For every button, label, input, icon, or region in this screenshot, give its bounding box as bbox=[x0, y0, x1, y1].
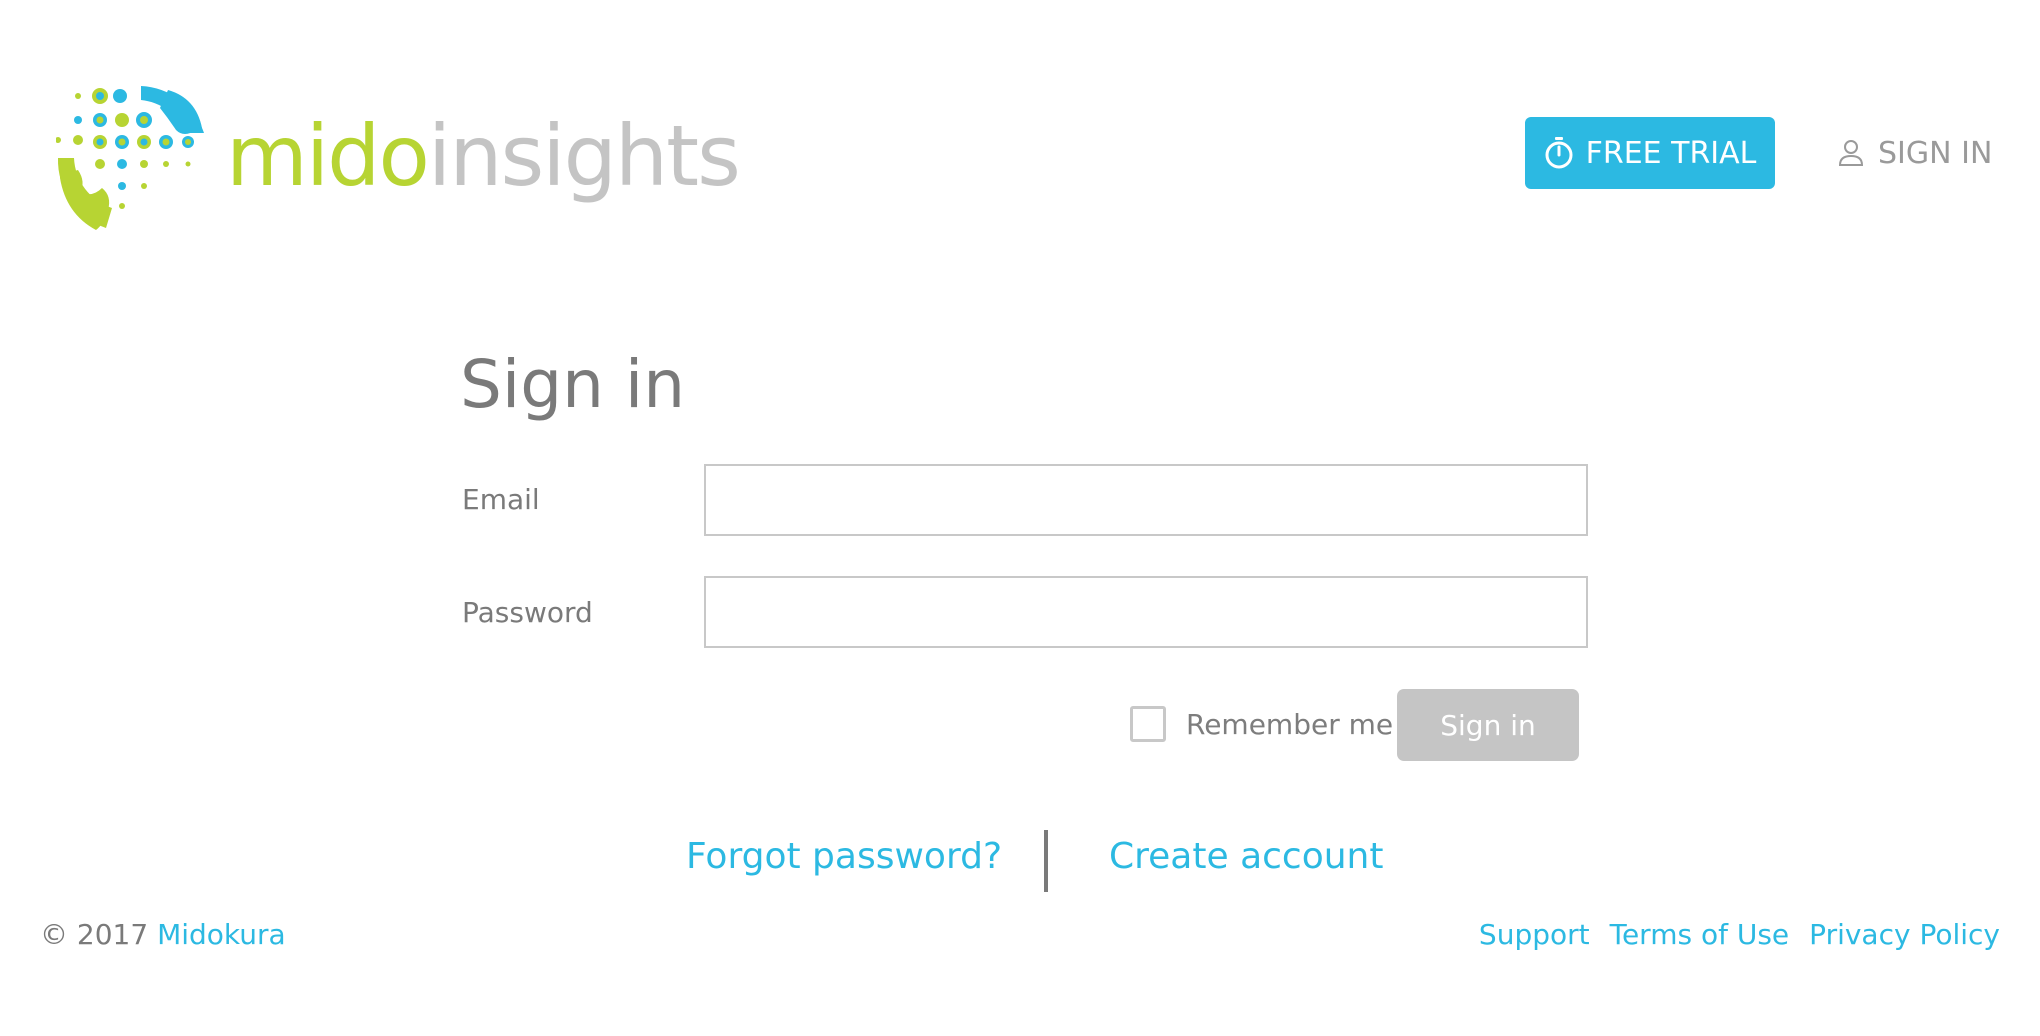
password-label: Password bbox=[462, 596, 593, 629]
logo-mark-icon bbox=[56, 86, 204, 230]
free-trial-label: FREE TRIAL bbox=[1585, 135, 1757, 171]
sign-in-button[interactable]: Sign in bbox=[1397, 689, 1579, 761]
remember-me-label: Remember me bbox=[1186, 707, 1394, 741]
email-field[interactable] bbox=[704, 464, 1588, 536]
midoinsights-logo[interactable]: midoinsights bbox=[56, 78, 741, 238]
privacy-policy-link[interactable]: Privacy Policy bbox=[1809, 918, 2000, 951]
link-divider bbox=[1044, 830, 1048, 892]
footer-copyright: © 2017 Midokura bbox=[40, 918, 286, 951]
support-link[interactable]: Support bbox=[1479, 918, 1590, 951]
terms-of-use-link[interactable]: Terms of Use bbox=[1610, 918, 1790, 951]
logo-text-mido: mido bbox=[226, 107, 430, 205]
remember-me-checkbox[interactable] bbox=[1130, 706, 1166, 742]
password-field[interactable] bbox=[704, 576, 1588, 648]
logo-wordmark: midoinsights bbox=[226, 106, 741, 206]
site-header: midoinsights FREE TRIAL SIGN IN bbox=[0, 0, 2040, 260]
free-trial-button[interactable]: FREE TRIAL bbox=[1525, 117, 1775, 189]
logo-text-insights: insights bbox=[427, 107, 741, 205]
email-label: Email bbox=[462, 483, 540, 516]
forgot-password-link[interactable]: Forgot password? bbox=[686, 836, 1002, 877]
midokura-link[interactable]: Midokura bbox=[157, 918, 286, 951]
footer-links: Support Terms of Use Privacy Policy bbox=[1479, 918, 2000, 951]
create-account-link[interactable]: Create account bbox=[1109, 836, 1383, 877]
stopwatch-icon bbox=[1545, 137, 1573, 169]
nav-sign-in-label: SIGN IN bbox=[1878, 135, 1993, 171]
auth-links: Forgot password? Create account bbox=[0, 830, 2040, 894]
nav-sign-in-link[interactable]: SIGN IN bbox=[1838, 117, 1992, 189]
page-title: Sign in bbox=[460, 346, 686, 423]
copyright-text: © 2017 bbox=[40, 918, 149, 951]
user-icon bbox=[1838, 140, 1864, 166]
remember-me-toggle[interactable]: Remember me bbox=[1130, 706, 1393, 742]
